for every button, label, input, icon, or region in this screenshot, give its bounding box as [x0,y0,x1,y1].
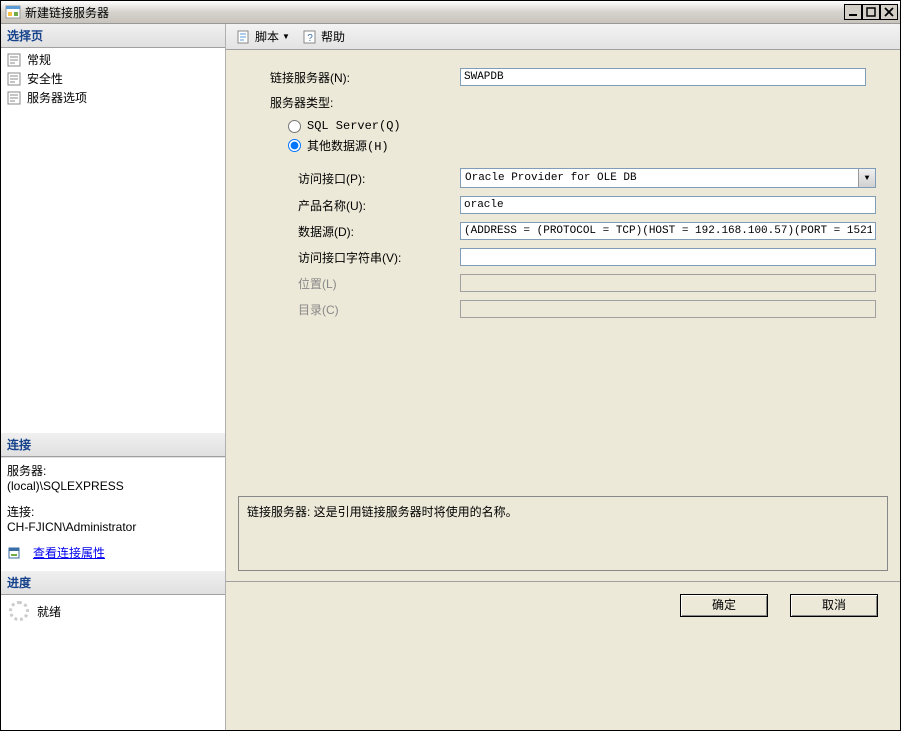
form-area: 链接服务器(N): 服务器类型: SQL Server(Q) 其他数据源(H) [226,50,900,336]
linked-server-input[interactable] [460,68,866,86]
toolbar: 脚本 ▼ ? 帮助 [226,24,900,50]
sidebar-item-security[interactable]: 安全性 [1,69,225,88]
connection-panel: 服务器: (local)\SQLEXPRESS 连接: CH-FJICN\Adm… [1,457,225,571]
select-page-header: 选择页 [1,24,225,48]
progress-panel: 就绪 [1,595,225,730]
help-text-box: 链接服务器: 这是引用链接服务器时将使用的名称。 [238,496,888,571]
script-icon [236,29,252,45]
help-button[interactable]: ? 帮助 [298,26,349,47]
cancel-button[interactable]: 取消 [790,594,878,617]
window-title: 新建链接服务器 [25,4,844,21]
data-source-label: 数据源(D): [298,223,460,240]
location-input [460,274,876,292]
dialog-footer: 确定 取消 [226,581,900,629]
radio-sqlserver-row[interactable]: SQL Server(Q) [288,119,876,133]
catalog-input [460,300,876,318]
titlebar: 新建链接服务器 [1,1,900,24]
properties-icon [7,545,23,561]
sidebar-item-general[interactable]: 常规 [1,50,225,69]
provider-string-input[interactable] [460,248,876,266]
provider-string-label: 访问接口字符串(V): [298,249,460,266]
product-name-input[interactable] [460,196,876,214]
server-type-label: 服务器类型: [270,94,876,111]
radio-other-datasource[interactable] [288,139,301,152]
sidebar: 选择页 常规 安全性 服务 [1,24,226,730]
script-label: 脚本 [255,28,279,45]
chevron-down-icon: ▼ [282,32,290,41]
provider-label: 访问接口(P): [298,170,460,187]
help-icon: ? [302,29,318,45]
progress-status: 就绪 [37,603,61,620]
dialog-window: 新建链接服务器 选择页 常规 [0,0,901,731]
connection-label: 连接: [7,503,219,520]
server-label: 服务器: [7,462,219,479]
main-panel: 脚本 ▼ ? 帮助 链接服务器(N): 服务器类型: [226,24,900,730]
help-area: 链接服务器: 这是引用链接服务器时将使用的名称。 [238,496,888,571]
window-controls [844,4,898,20]
minimize-button[interactable] [844,4,862,20]
sidebar-item-label: 服务器选项 [27,89,87,106]
progress-spinner-icon [9,601,29,621]
svg-text:?: ? [307,33,313,44]
catalog-label: 目录(C) [298,301,460,318]
view-connection-properties-link[interactable]: 查看连接属性 [33,544,105,561]
dialog-body: 选择页 常规 安全性 服务 [1,24,900,730]
sidebar-item-server-options[interactable]: 服务器选项 [1,88,225,107]
linked-server-label: 链接服务器(N): [270,69,460,86]
radio-sqlserver-label: SQL Server(Q) [307,119,401,133]
radio-other-label: 其他数据源(H) [307,137,389,154]
product-name-label: 产品名称(U): [298,197,460,214]
sidebar-item-label: 安全性 [27,70,63,87]
page-icon [7,53,23,67]
provider-select[interactable]: Oracle Provider for OLE DB ▼ [460,168,876,188]
help-label: 帮助 [321,28,345,45]
page-icon [7,72,23,86]
radio-sqlserver[interactable] [288,120,301,133]
sidebar-item-label: 常规 [27,51,51,68]
data-source-input[interactable] [460,222,876,240]
connection-header: 连接 [1,433,225,457]
script-button[interactable]: 脚本 ▼ [232,26,294,47]
radio-other-row[interactable]: 其他数据源(H) [288,137,876,154]
chevron-down-icon[interactable]: ▼ [858,169,875,187]
provider-selected-value: Oracle Provider for OLE DB [461,172,858,184]
progress-header: 进度 [1,571,225,595]
app-icon [5,4,21,20]
server-value: (local)\SQLEXPRESS [7,479,219,493]
ok-button[interactable]: 确定 [680,594,768,617]
close-button[interactable] [880,4,898,20]
maximize-button[interactable] [862,4,880,20]
page-list: 常规 安全性 服务器选项 [1,48,225,433]
page-icon [7,91,23,105]
location-label: 位置(L) [298,275,460,292]
connection-value: CH-FJICN\Administrator [7,520,219,534]
